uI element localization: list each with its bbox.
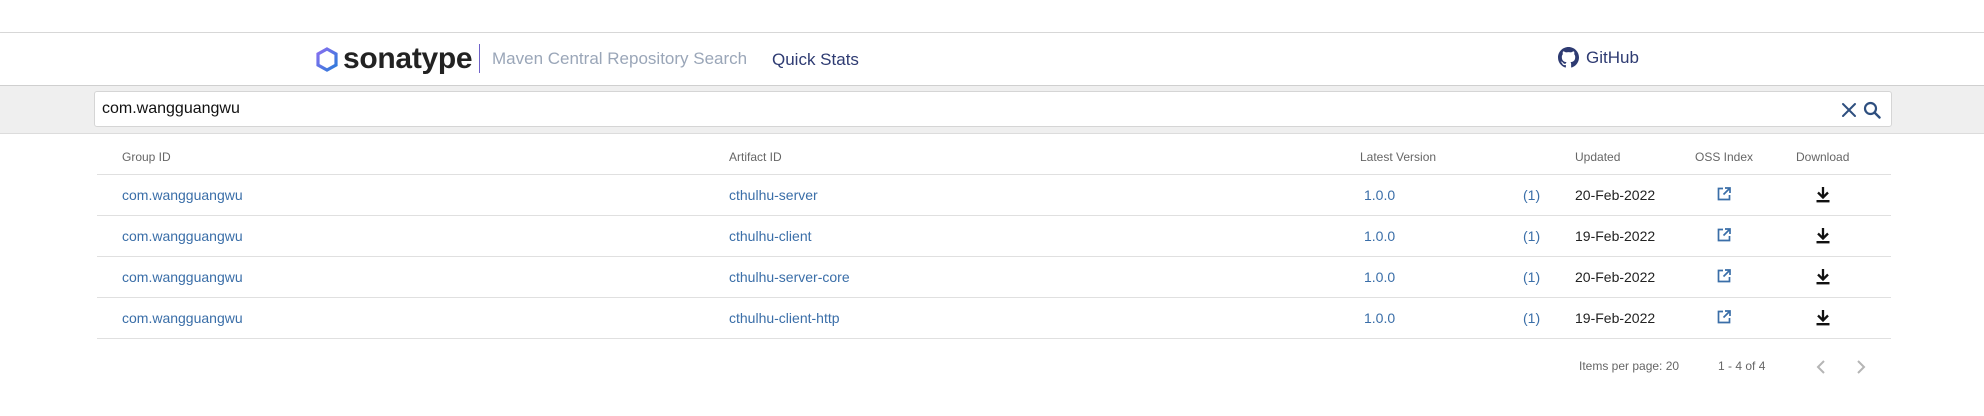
table-row: com.wangguangwu cthulhu-server 1.0.0 (1)… <box>97 175 1891 216</box>
external-link-icon[interactable] <box>1716 227 1732 248</box>
site-title: Maven Central Repository Search <box>492 49 748 68</box>
nav-quick-stats[interactable]: Quick Stats <box>772 50 859 70</box>
external-link-icon[interactable] <box>1716 268 1732 289</box>
download-icon[interactable] <box>1815 309 1831 331</box>
search-input[interactable] <box>102 98 1722 120</box>
updated-date: 19-Feb-2022 <box>1575 310 1656 326</box>
download-icon[interactable] <box>1815 227 1831 249</box>
group-id-link[interactable]: com.wangguangwu <box>122 269 243 285</box>
page-range: 1 - 4 of 4 <box>1718 359 1766 373</box>
version-count-link[interactable]: (1) <box>1523 228 1540 244</box>
col-download: Download <box>1796 150 1850 164</box>
artifact-id-link[interactable]: cthulhu-client-http <box>729 310 840 326</box>
logo-divider <box>479 44 480 73</box>
brand-name: sonatype <box>343 42 473 75</box>
updated-date: 19-Feb-2022 <box>1575 228 1656 244</box>
table-row: com.wangguangwu cthulhu-server-core 1.0.… <box>97 257 1891 298</box>
external-link-icon[interactable] <box>1716 186 1732 207</box>
col-group-id[interactable]: Group ID <box>122 150 171 164</box>
updated-date: 20-Feb-2022 <box>1575 269 1656 285</box>
chevron-left-icon[interactable] <box>1814 358 1828 381</box>
version-link[interactable]: 1.0.0 <box>1364 187 1395 203</box>
col-oss-index: OSS Index <box>1695 150 1754 164</box>
group-id-link[interactable]: com.wangguangwu <box>122 310 243 326</box>
updated-date: 20-Feb-2022 <box>1575 187 1656 203</box>
col-updated[interactable]: Updated <box>1575 150 1620 164</box>
version-link[interactable]: 1.0.0 <box>1364 310 1395 326</box>
results-table: Group ID Artifact ID Latest Version Upda… <box>97 137 1891 339</box>
version-count-link[interactable]: (1) <box>1523 187 1540 203</box>
chevron-right-icon[interactable] <box>1854 358 1868 381</box>
pagination: Items per page: 20 1 - 4 of 4 <box>0 358 1984 378</box>
site-header: sonatype Maven Central Repository Search… <box>0 33 1984 86</box>
col-latest-version[interactable]: Latest Version <box>1360 150 1436 164</box>
version-count-link[interactable]: (1) <box>1523 310 1540 326</box>
version-count-link[interactable]: (1) <box>1523 269 1540 285</box>
table-row: com.wangguangwu cthulhu-client-http 1.0.… <box>97 298 1891 339</box>
github-icon <box>1558 47 1579 68</box>
sonatype-logo[interactable]: sonatype <box>316 42 473 75</box>
table-row: com.wangguangwu cthulhu-client 1.0.0 (1)… <box>97 216 1891 257</box>
search-band <box>0 86 1984 134</box>
artifact-id-link[interactable]: cthulhu-client <box>729 228 812 244</box>
search-icon[interactable] <box>1863 101 1881 124</box>
group-id-link[interactable]: com.wangguangwu <box>122 228 243 244</box>
version-link[interactable]: 1.0.0 <box>1364 269 1395 285</box>
sonatype-hexagon-icon <box>316 46 338 72</box>
download-icon[interactable] <box>1815 186 1831 208</box>
col-artifact-id[interactable]: Artifact ID <box>729 150 782 164</box>
github-label: GitHub <box>1586 47 1639 67</box>
artifact-id-link[interactable]: cthulhu-server-core <box>729 269 850 285</box>
external-link-icon[interactable] <box>1716 309 1732 330</box>
items-per-page[interactable]: Items per page: 20 <box>1579 359 1679 373</box>
search-box <box>94 91 1892 127</box>
download-icon[interactable] <box>1815 268 1831 290</box>
table-header: Group ID Artifact ID Latest Version Upda… <box>97 137 1891 175</box>
github-link[interactable]: GitHub <box>1558 47 1639 68</box>
version-link[interactable]: 1.0.0 <box>1364 228 1395 244</box>
close-icon[interactable] <box>1841 102 1857 123</box>
group-id-link[interactable]: com.wangguangwu <box>122 187 243 203</box>
artifact-id-link[interactable]: cthulhu-server <box>729 187 818 203</box>
